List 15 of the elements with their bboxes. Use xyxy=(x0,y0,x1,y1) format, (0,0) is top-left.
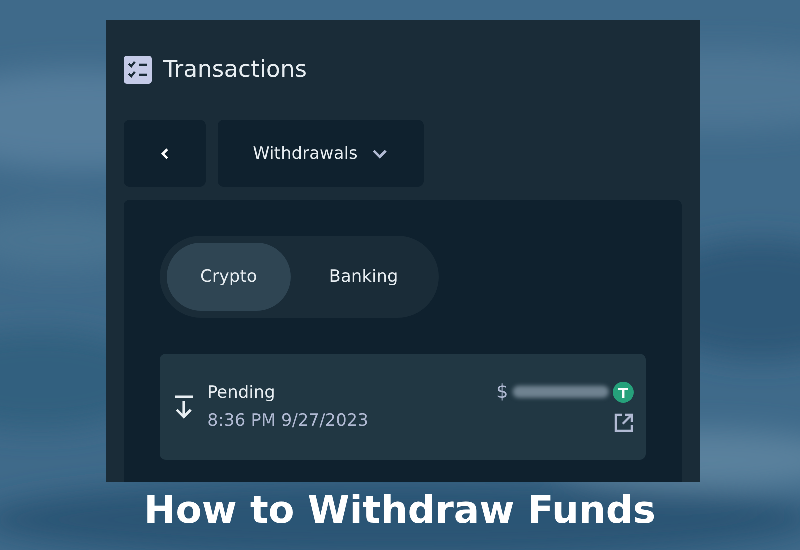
currency-symbol: $ xyxy=(496,381,508,403)
transaction-time: 8:36 PM 9/27/2023 xyxy=(208,411,370,431)
withdraw-icon xyxy=(174,395,194,419)
withdrawals-dropdown[interactable]: Withdrawals xyxy=(218,120,424,187)
caption: How to Withdraw Funds xyxy=(144,488,656,532)
transaction-card[interactable]: Pending 8:36 PM 9/27/2023 $ xyxy=(160,354,646,460)
panel-title: Transactions xyxy=(164,57,308,83)
coin-icon xyxy=(612,382,634,402)
chevron-left-icon xyxy=(160,148,168,160)
checklist-icon xyxy=(124,56,152,84)
chevron-down-icon xyxy=(372,148,388,158)
tab[interactable]: Banking xyxy=(295,243,432,311)
external-link-icon[interactable] xyxy=(614,413,634,433)
transaction-status: Pending xyxy=(208,383,276,403)
tab[interactable]: Crypto xyxy=(166,243,292,311)
